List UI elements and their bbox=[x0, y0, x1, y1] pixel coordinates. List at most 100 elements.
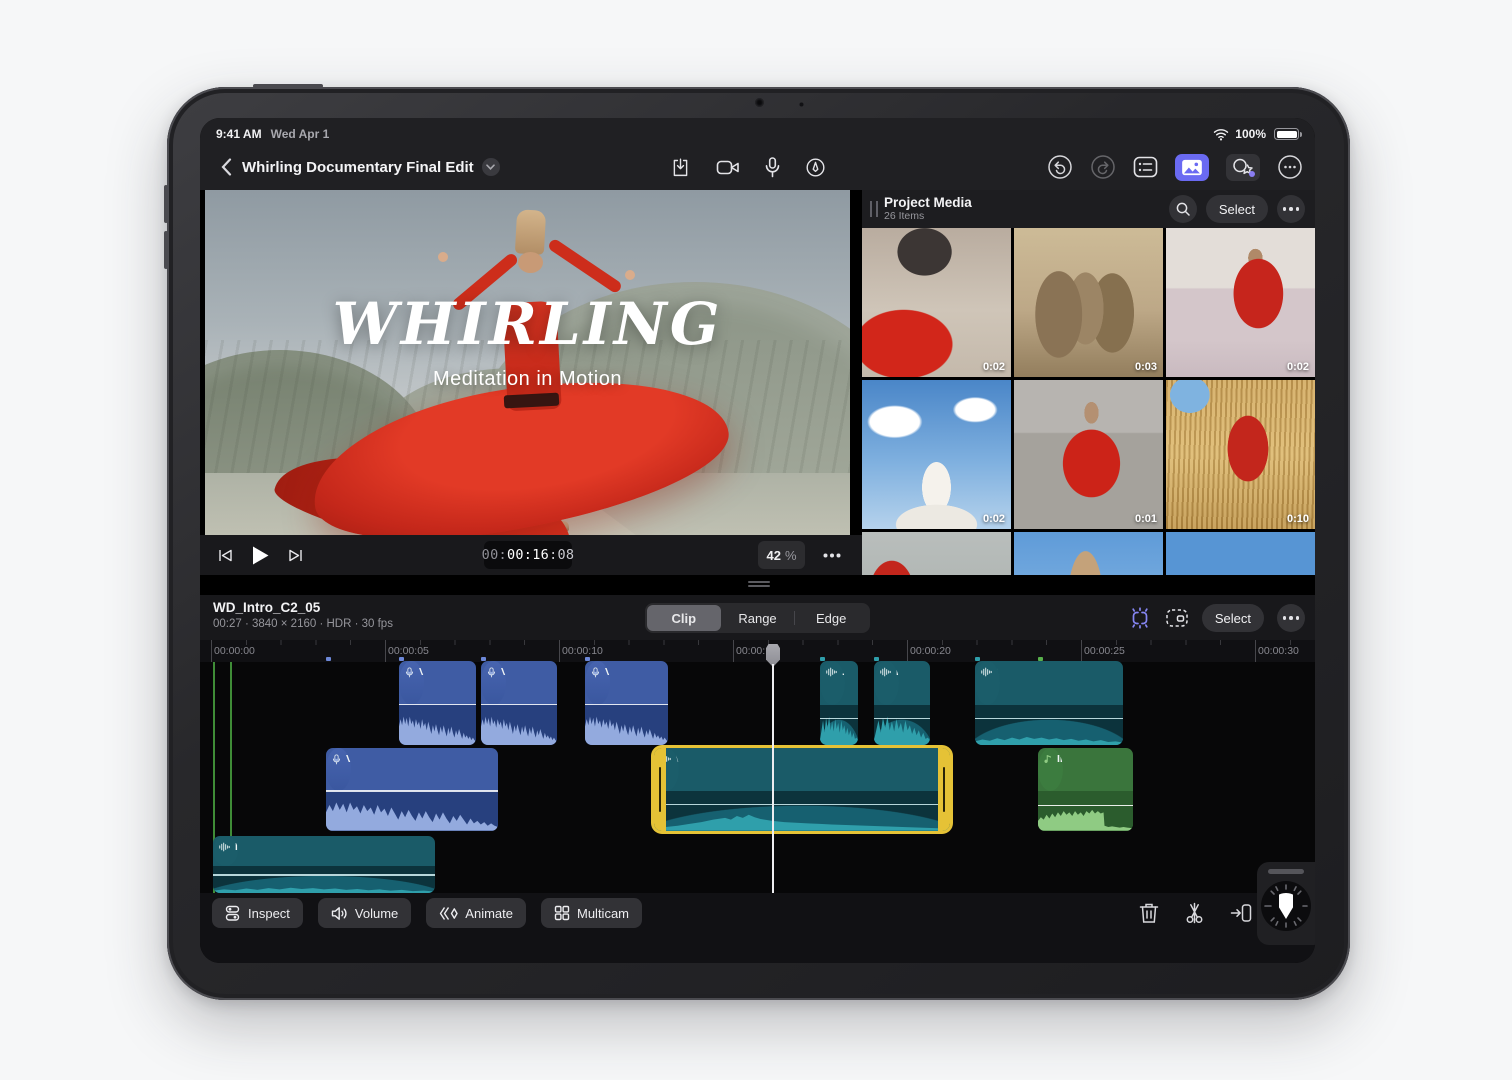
timeline-clip[interactable]: ... bbox=[820, 661, 858, 745]
project-title[interactable]: Whirling Documentary Final Edit bbox=[242, 159, 474, 176]
multicam-label: Multicam bbox=[577, 906, 629, 921]
trash-icon[interactable] bbox=[1139, 902, 1159, 924]
volume-line[interactable] bbox=[874, 718, 930, 720]
wifi-icon bbox=[1213, 128, 1229, 141]
clip-waveform bbox=[585, 705, 668, 745]
timeline-more-button[interactable] bbox=[1277, 604, 1305, 632]
skip-back-icon[interactable] bbox=[218, 548, 233, 563]
trim-handle-left[interactable] bbox=[654, 748, 666, 831]
camera-icon[interactable] bbox=[716, 158, 740, 177]
ruler-label: 00:00:30 bbox=[1258, 645, 1299, 657]
status-time: 9:41 AM bbox=[216, 127, 262, 141]
play-icon[interactable] bbox=[251, 545, 270, 566]
undo-icon[interactable] bbox=[1047, 154, 1073, 180]
clip-header: Time Piece bbox=[975, 661, 1000, 705]
jog-wheel-grip[interactable] bbox=[1268, 869, 1304, 874]
jog-wheel[interactable] bbox=[1257, 862, 1315, 945]
dervish-arm-right bbox=[547, 238, 623, 295]
clip-waveform bbox=[481, 705, 557, 745]
back-chevron-icon[interactable] bbox=[214, 153, 238, 181]
effects-icon[interactable] bbox=[1226, 154, 1260, 181]
media-more-button[interactable] bbox=[1277, 195, 1305, 223]
media-select-button[interactable]: Select bbox=[1206, 195, 1268, 223]
timeline-clip[interactable]: Voiceover 2 bbox=[481, 661, 557, 745]
trim-handle-right[interactable] bbox=[938, 748, 950, 831]
timeline-region[interactable]: 00:00:0000:00:0500:00:1000:00:1500:00:20… bbox=[200, 640, 1315, 893]
import-icon[interactable] bbox=[670, 157, 691, 178]
media-thumbnail-red-dervish-salt-flat[interactable]: 0:02 bbox=[1166, 228, 1315, 377]
timeline-clip[interactable]: Voiceover 3 bbox=[585, 661, 668, 745]
volume-line[interactable] bbox=[213, 874, 435, 876]
media-thumbnail-red-dervish-spin-path[interactable]: 0:01 bbox=[1014, 380, 1163, 529]
volume-line[interactable] bbox=[975, 718, 1123, 720]
ruler-label: 00:00:10 bbox=[562, 645, 603, 657]
clip-waveform bbox=[820, 705, 858, 745]
timecode-current: 00:16 bbox=[507, 547, 549, 563]
pencil-tool-icon[interactable] bbox=[805, 157, 826, 178]
volume-line[interactable] bbox=[1038, 805, 1133, 807]
clip-header: ... bbox=[820, 661, 845, 705]
timeline-clip[interactable]: Voiceover 1 bbox=[326, 748, 498, 831]
clip-connections-icon[interactable] bbox=[1128, 606, 1152, 630]
clip-label: Voiceover 1 bbox=[346, 753, 351, 765]
top-button bbox=[253, 84, 323, 88]
timeline-clip[interactable]: Night Winds bbox=[213, 836, 435, 893]
mode-range[interactable]: Range bbox=[721, 605, 795, 631]
connection-dot bbox=[326, 657, 331, 661]
more-icon[interactable] bbox=[1277, 154, 1303, 180]
media-thumbnail-sky-clouds[interactable] bbox=[1166, 532, 1315, 575]
ipad-device-frame: 9:41 AM Wed Apr 1 100% Whirling Document… bbox=[167, 87, 1350, 1000]
timeline-clip[interactable]: Inertia bbox=[1038, 748, 1133, 831]
mode-edge[interactable]: Edge bbox=[794, 605, 868, 631]
thumbnail-duration: 0:10 bbox=[1287, 513, 1309, 525]
volume-line[interactable] bbox=[326, 790, 498, 792]
media-browser-icon[interactable] bbox=[1175, 154, 1209, 181]
media-thumbnail-red-figure-rock-mounds[interactable] bbox=[862, 532, 1011, 575]
overlay-paste-icon[interactable] bbox=[1165, 607, 1189, 629]
animate-button[interactable]: Animate bbox=[426, 898, 526, 928]
panel-grip-icon[interactable] bbox=[870, 201, 878, 217]
insert-icon[interactable] bbox=[1230, 903, 1252, 923]
zoom-level-control[interactable]: 42 % bbox=[758, 541, 805, 569]
timeline-clip[interactable]: Time Piece bbox=[975, 661, 1123, 745]
media-thumbnail-red-dervish-rock-closeup[interactable]: 0:02 bbox=[862, 228, 1011, 377]
multicam-button[interactable]: Multicam bbox=[541, 898, 642, 928]
dervish-hat bbox=[515, 209, 546, 254]
skip-forward-icon[interactable] bbox=[288, 548, 303, 563]
video-preview[interactable]: WHIRLING Meditation in Motion bbox=[205, 190, 850, 535]
dervish-hand-left bbox=[438, 252, 448, 262]
thumbnail-duration: 0:01 bbox=[1135, 513, 1157, 525]
clip-label: Voiceover 3 bbox=[605, 666, 610, 678]
viewer-more-icon[interactable] bbox=[816, 541, 848, 569]
clip-label: Night Winds bbox=[235, 841, 238, 853]
volume-line[interactable] bbox=[399, 704, 476, 706]
search-icon[interactable] bbox=[1169, 195, 1197, 223]
mode-clip[interactable]: Clip bbox=[647, 605, 721, 631]
volume-line[interactable] bbox=[481, 704, 557, 706]
timecode-display[interactable]: 00:00:16:08 bbox=[484, 541, 572, 569]
dervish-head bbox=[518, 252, 543, 273]
volume-line[interactable] bbox=[820, 718, 858, 720]
timeline-clip[interactable]: High... bbox=[874, 661, 930, 745]
index-icon[interactable] bbox=[1133, 156, 1158, 178]
clip-label: Inertia bbox=[1057, 753, 1063, 765]
timeline-select-button[interactable]: Select bbox=[1202, 604, 1264, 632]
media-thumbnail-red-figure-golden-reeds[interactable]: 0:10 bbox=[1166, 380, 1315, 529]
inspect-button[interactable]: Inspect bbox=[212, 898, 303, 928]
panel-resize-handle[interactable] bbox=[748, 581, 770, 588]
media-thumbnail-rock-spires-valley[interactable]: 0:03 bbox=[1014, 228, 1163, 377]
animate-icon bbox=[439, 906, 458, 921]
microphone-icon[interactable] bbox=[765, 157, 780, 178]
title-dropdown-icon[interactable] bbox=[482, 158, 500, 176]
blade-icon[interactable] bbox=[1184, 902, 1205, 924]
volume-line[interactable] bbox=[585, 704, 668, 706]
timeline-clip[interactable]: Whoosh Hit bbox=[654, 748, 950, 831]
viewer-pane: WHIRLING Meditation in Motion 00:00:16:0… bbox=[200, 190, 862, 575]
clip-waveform bbox=[326, 791, 498, 831]
timeline-ruler[interactable]: 00:00:0000:00:0500:00:1000:00:1500:00:20… bbox=[200, 640, 1315, 662]
timeline-clip[interactable]: Voiceover 2 bbox=[399, 661, 476, 745]
volume-button[interactable]: Volume bbox=[318, 898, 411, 928]
media-thumbnail-tall-hat-portrait[interactable] bbox=[1014, 532, 1163, 575]
volume-line[interactable] bbox=[654, 804, 950, 806]
media-thumbnail-white-dervish-blue-sky[interactable]: 0:02 bbox=[862, 380, 1011, 529]
